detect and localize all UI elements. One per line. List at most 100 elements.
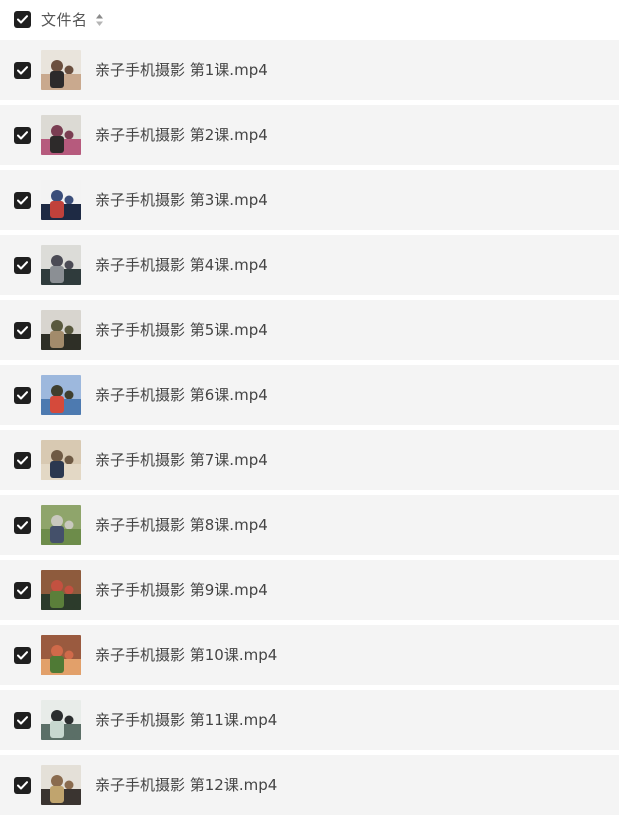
thumbnail-shape (50, 786, 64, 803)
file-row[interactable]: 亲子手机摄影 第10课.mp4 (0, 625, 619, 685)
file-row[interactable]: 亲子手机摄影 第3课.mp4 (0, 170, 619, 230)
thumbnail-shape (64, 650, 74, 660)
thumbnail-shape (51, 125, 63, 137)
file-name[interactable]: 亲子手机摄影 第5课.mp4 (95, 320, 268, 340)
file-name[interactable]: 亲子手机摄影 第8课.mp4 (95, 515, 268, 535)
file-row[interactable]: 亲子手机摄影 第9课.mp4 (0, 560, 619, 620)
thumbnail-shape (50, 71, 64, 88)
thumbnail-shape (51, 775, 63, 787)
video-thumbnail[interactable] (41, 505, 81, 545)
checkmark-icon (17, 716, 28, 725)
thumbnail-shape (51, 515, 63, 527)
thumbnail-shape (64, 390, 74, 400)
checkmark-icon (17, 586, 28, 595)
thumbnail-shape (50, 266, 64, 283)
thumbnail-shape (64, 529, 75, 543)
video-thumbnail[interactable] (41, 50, 81, 90)
video-thumbnail[interactable] (41, 115, 81, 155)
thumbnail-shape (51, 320, 63, 332)
video-thumbnail[interactable] (41, 635, 81, 675)
file-name[interactable]: 亲子手机摄影 第2课.mp4 (95, 125, 268, 145)
file-name[interactable]: 亲子手机摄影 第1课.mp4 (95, 60, 268, 80)
thumbnail-shape (64, 130, 74, 140)
file-name[interactable]: 亲子手机摄影 第11课.mp4 (95, 710, 277, 730)
thumbnail-shape (50, 331, 64, 348)
video-thumbnail[interactable] (41, 245, 81, 285)
thumbnail-image (41, 180, 81, 220)
thumbnail-shape (50, 461, 64, 478)
file-name[interactable]: 亲子手机摄影 第7课.mp4 (95, 450, 268, 470)
file-name[interactable]: 亲子手机摄影 第6课.mp4 (95, 385, 268, 405)
thumbnail-image (41, 635, 81, 675)
thumbnail-shape (64, 260, 74, 270)
thumbnail-image (41, 375, 81, 415)
file-row-checkbox[interactable] (14, 647, 31, 664)
thumbnail-shape (64, 455, 74, 465)
checkmark-icon (17, 391, 28, 400)
file-name[interactable]: 亲子手机摄影 第3课.mp4 (95, 190, 268, 210)
thumbnail-image (41, 115, 81, 155)
file-row[interactable]: 亲子手机摄影 第11课.mp4 (0, 690, 619, 750)
file-row[interactable]: 亲子手机摄影 第12课.mp4 (0, 755, 619, 815)
thumbnail-shape (64, 74, 75, 88)
file-name[interactable]: 亲子手机摄影 第12课.mp4 (95, 775, 277, 795)
file-list: 亲子手机摄影 第1课.mp4 亲子手机摄影 第2课.mp4 亲子手机摄影 第3课… (0, 40, 619, 820)
video-thumbnail[interactable] (41, 375, 81, 415)
thumbnail-image (41, 505, 81, 545)
thumbnail-shape (50, 591, 64, 608)
thumbnail-shape (64, 724, 75, 738)
thumbnail-image (41, 700, 81, 740)
checkmark-icon (17, 521, 28, 530)
filename-column-header[interactable]: 文件名 (41, 10, 88, 30)
file-row-checkbox[interactable] (14, 582, 31, 599)
checkmark-icon (17, 326, 28, 335)
file-row[interactable]: 亲子手机摄影 第7课.mp4 (0, 430, 619, 490)
file-row-checkbox[interactable] (14, 192, 31, 209)
checkmark-icon (17, 15, 28, 24)
file-row-checkbox[interactable] (14, 62, 31, 79)
thumbnail-shape (64, 65, 74, 75)
file-name[interactable]: 亲子手机摄影 第9课.mp4 (95, 580, 268, 600)
video-thumbnail[interactable] (41, 180, 81, 220)
file-row-checkbox[interactable] (14, 257, 31, 274)
file-row-checkbox[interactable] (14, 127, 31, 144)
thumbnail-image (41, 765, 81, 805)
file-row-checkbox[interactable] (14, 452, 31, 469)
file-row[interactable]: 亲子手机摄影 第4课.mp4 (0, 235, 619, 295)
file-row[interactable]: 亲子手机摄影 第2课.mp4 (0, 105, 619, 165)
file-row[interactable]: 亲子手机摄影 第8课.mp4 (0, 495, 619, 555)
file-row[interactable]: 亲子手机摄影 第6课.mp4 (0, 365, 619, 425)
thumbnail-shape (51, 385, 63, 397)
thumbnail-image (41, 245, 81, 285)
thumbnail-shape (64, 399, 75, 413)
thumbnail-shape (50, 526, 64, 543)
thumbnail-shape (64, 139, 75, 153)
file-row-checkbox[interactable] (14, 777, 31, 794)
video-thumbnail[interactable] (41, 700, 81, 740)
thumbnail-shape (64, 204, 75, 218)
thumbnail-shape (64, 715, 74, 725)
sort-updown-icon[interactable] (95, 13, 104, 27)
file-row-checkbox[interactable] (14, 712, 31, 729)
thumbnail-shape (51, 710, 63, 722)
checkmark-icon (17, 781, 28, 790)
thumbnail-shape (51, 60, 63, 72)
file-name[interactable]: 亲子手机摄影 第4课.mp4 (95, 255, 268, 275)
file-name[interactable]: 亲子手机摄影 第10课.mp4 (95, 645, 277, 665)
video-thumbnail[interactable] (41, 765, 81, 805)
thumbnail-shape (64, 789, 75, 803)
thumbnail-shape (64, 659, 75, 673)
video-thumbnail[interactable] (41, 440, 81, 480)
file-row[interactable]: 亲子手机摄影 第5课.mp4 (0, 300, 619, 360)
thumbnail-shape (51, 190, 63, 202)
file-row-checkbox[interactable] (14, 387, 31, 404)
video-thumbnail[interactable] (41, 570, 81, 610)
thumbnail-shape (50, 656, 64, 673)
select-all-checkbox[interactable] (14, 11, 31, 28)
checkmark-icon (17, 651, 28, 660)
file-row-checkbox[interactable] (14, 517, 31, 534)
file-row-checkbox[interactable] (14, 322, 31, 339)
video-thumbnail[interactable] (41, 310, 81, 350)
file-row[interactable]: 亲子手机摄影 第1课.mp4 (0, 40, 619, 100)
thumbnail-image (41, 50, 81, 90)
